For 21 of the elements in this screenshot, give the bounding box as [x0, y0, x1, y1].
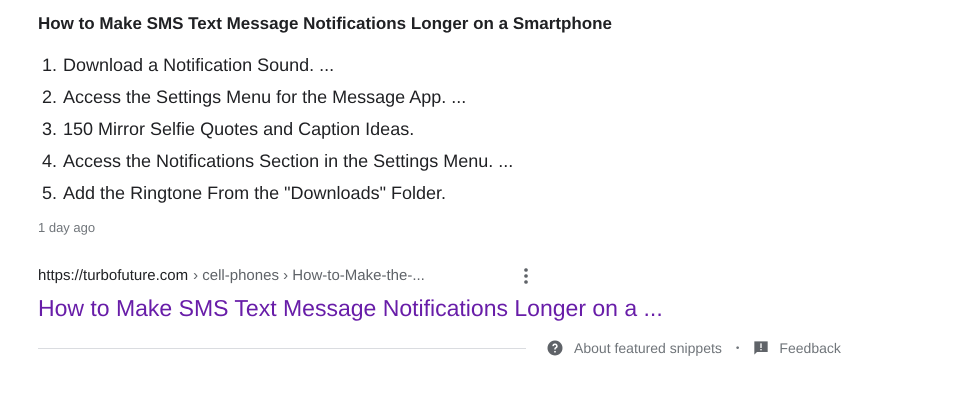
step-number: 2.: [42, 86, 58, 109]
step-text: Access the Settings Menu for the Message App. ...: [63, 86, 466, 109]
about-snippets-link[interactable]: About featured snippets: [546, 339, 722, 357]
step-number: 3.: [42, 118, 58, 141]
help-icon: [546, 339, 564, 357]
step-text: Download a Notification Sound. ...: [63, 54, 334, 77]
step-text: Access the Notifications Section in the Settings Menu. ...: [63, 150, 514, 173]
breadcrumb-path: › cell-phones › How-to-Make-the-...: [193, 266, 425, 286]
result-domain: https://turbofuture.com: [38, 266, 188, 286]
snippet-heading: How to Make SMS Text Message Notifications Longer on a Smartphone: [38, 13, 613, 35]
step-number: 5.: [42, 182, 58, 205]
separator-dot: •: [736, 342, 740, 354]
more-options-icon[interactable]: [524, 268, 528, 284]
step-text: 150 Mirror Selfie Quotes and Caption Ideas.: [63, 118, 414, 141]
feedback-link[interactable]: Feedback: [753, 340, 841, 356]
step-number: 1.: [42, 54, 58, 77]
step-number: 4.: [42, 150, 58, 173]
step-text: Add the Ringtone From the "Downloads" Folder.: [63, 182, 446, 205]
result-title-link[interactable]: How to Make SMS Text Message Notifications Longer on a ...: [38, 293, 663, 323]
feedback-icon: [753, 340, 770, 356]
date-text: 1 day ago: [38, 219, 96, 237]
